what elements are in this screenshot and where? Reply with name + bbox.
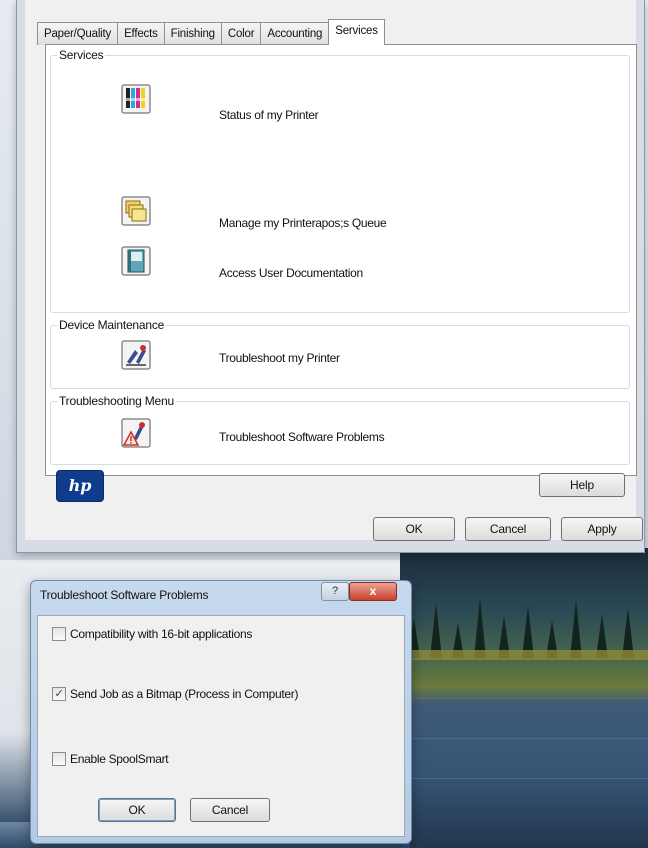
hp-logo: hp	[56, 470, 104, 502]
option-label: Send Job as a Bitmap (Process in Compute…	[70, 687, 299, 701]
option-enable-spoolsmart[interactable]: Enable SpoolSmart	[52, 751, 169, 767]
dialog-cancel-button[interactable]: Cancel	[190, 798, 270, 822]
troubleshooting-menu-group-label: Troubleshooting Menu	[57, 394, 176, 408]
tab-effects[interactable]: Effects	[117, 22, 165, 45]
troubleshoot-software-icon[interactable]	[121, 418, 151, 448]
troubleshoot-printer-link[interactable]: Troubleshoot my Printer	[219, 351, 340, 365]
dialog-body: Compatibility with 16-bit applications ✓…	[37, 615, 405, 837]
tab-color[interactable]: Color	[220, 22, 262, 45]
wallpaper-shoreline	[400, 650, 648, 660]
printer-status-icon[interactable]	[121, 84, 151, 114]
printer-properties-body: Paper/Quality Effects Finishing Color Ac…	[25, 0, 643, 541]
option-label: Compatibility with 16-bit applications	[70, 627, 253, 641]
option-16bit-compatibility[interactable]: Compatibility with 16-bit applications	[52, 626, 252, 642]
option-send-job-bitmap[interactable]: ✓ Send Job as a Bitmap (Process in Compu…	[52, 686, 298, 702]
print-queue-icon[interactable]	[121, 196, 151, 226]
cancel-button[interactable]: Cancel	[465, 517, 551, 541]
checkbox-send-job-bitmap[interactable]: ✓	[52, 687, 66, 701]
services-group-label: Services	[57, 48, 106, 62]
services-group: Services Status of my Printer Manage my …	[50, 48, 630, 313]
troubleshoot-software-link[interactable]: Troubleshoot Software Problems	[219, 430, 385, 444]
close-icon: x	[369, 584, 377, 598]
checkbox-16bit-compatibility[interactable]	[52, 627, 66, 641]
tab-accounting[interactable]: Accounting	[260, 22, 330, 45]
tab-bar: Paper/Quality Effects Finishing Color Ac…	[37, 19, 385, 45]
device-maintenance-group-label: Device Maintenance	[57, 318, 167, 332]
printer-properties-window: Paper/Quality Effects Finishing Color Ac…	[16, 0, 645, 553]
help-icon: ?	[331, 585, 339, 597]
help-button[interactable]: Help	[539, 473, 625, 497]
device-maintenance-group: Device Maintenance Troubleshoot my Print…	[50, 318, 630, 389]
option-label: Enable SpoolSmart	[70, 752, 169, 766]
apply-button[interactable]: Apply	[561, 517, 643, 541]
troubleshooting-menu-group: Troubleshooting Menu Troubleshoot Softwa…	[50, 394, 630, 465]
dialog-title: Troubleshoot Software Problems	[40, 588, 209, 602]
status-of-printer-link[interactable]: Status of my Printer	[219, 108, 319, 122]
desktop-wallpaper-lake	[400, 548, 648, 848]
manage-queue-link[interactable]: Manage my Printerapos;s Queue	[219, 216, 387, 230]
checkbox-enable-spoolsmart[interactable]	[52, 752, 66, 766]
tab-services[interactable]: Services	[328, 19, 385, 45]
user-documentation-link[interactable]: Access User Documentation	[219, 266, 363, 280]
dialog-ok-button[interactable]: OK	[98, 798, 176, 822]
tab-finishing[interactable]: Finishing	[163, 22, 222, 45]
wallpaper-trees	[400, 588, 648, 658]
user-documentation-icon[interactable]	[121, 246, 151, 276]
dialog-help-button[interactable]: ?	[321, 582, 349, 601]
troubleshoot-software-dialog: Troubleshoot Software Problems ? x Compa…	[30, 580, 412, 844]
services-tab-page: Services Status of my Printer Manage my …	[45, 44, 637, 476]
ok-button[interactable]: OK	[373, 517, 455, 541]
tab-paper-quality[interactable]: Paper/Quality	[37, 22, 119, 45]
dialog-close-button[interactable]: x	[349, 582, 397, 601]
hp-logo-text: hp	[68, 476, 92, 495]
troubleshoot-printer-icon[interactable]	[121, 340, 151, 370]
